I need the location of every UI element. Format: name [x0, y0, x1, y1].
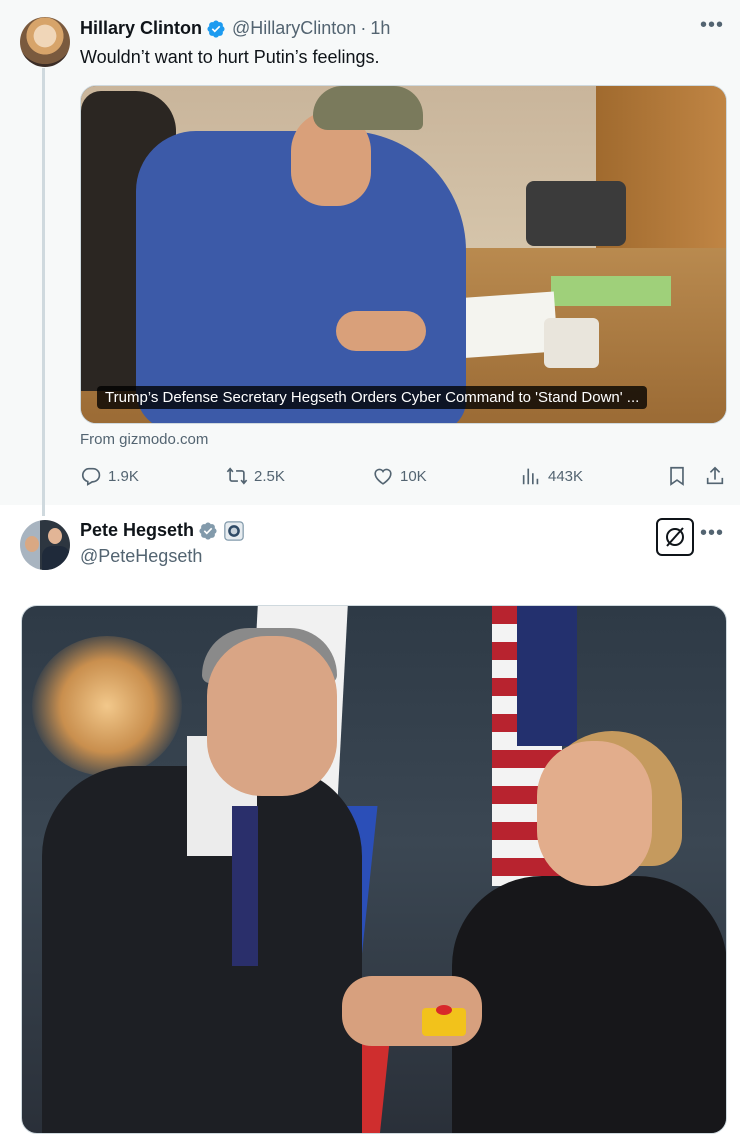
thread-line [42, 68, 45, 516]
repost-count: 2.5K [254, 467, 285, 485]
like-button[interactable]: 10K [372, 465, 427, 487]
reply-button[interactable]: 1.9K [80, 465, 139, 487]
tweet-header: Pete Hegseth [80, 520, 244, 541]
reply-icon [81, 467, 101, 486]
author-name[interactable]: Hillary Clinton [80, 18, 202, 39]
share-button[interactable] [704, 465, 732, 487]
share-icon [706, 466, 724, 485]
link-card[interactable]: Trump’s Defense Secretary Hegseth Orders… [80, 85, 727, 424]
views-icon [522, 468, 539, 485]
more-icon[interactable]: ••• [700, 14, 724, 37]
tweet-header: Hillary Clinton @HillaryClinton · 1h [80, 18, 390, 39]
author-name[interactable]: Pete Hegseth [80, 520, 194, 541]
avatar[interactable] [20, 17, 70, 67]
repost-button[interactable]: 2.5K [226, 465, 285, 487]
like-count: 10K [400, 467, 427, 485]
verified-badge-icon[interactable] [206, 19, 226, 39]
author-handle[interactable]: @HillaryClinton [232, 18, 356, 39]
views-count: 443K [548, 467, 584, 485]
grok-icon[interactable] [656, 518, 694, 556]
tweet-photo[interactable] [21, 605, 727, 1134]
timestamp[interactable]: 1h [370, 18, 390, 39]
tweet-text: Wouldn’t want to hurt Putin’s feelings. [80, 47, 380, 67]
reply-count: 1.9K [108, 467, 139, 485]
views-button[interactable]: 443K [520, 465, 583, 487]
card-source[interactable]: From gizmodo.com [80, 431, 208, 448]
avatar[interactable] [20, 520, 70, 570]
repost-icon [226, 467, 248, 485]
more-icon[interactable]: ••• [700, 522, 724, 545]
author-handle[interactable]: @PeteHegseth [80, 546, 202, 567]
card-image [81, 86, 726, 423]
bookmark-button[interactable] [666, 465, 694, 487]
action-bar: 1.9K 2.5K 10K 443K [80, 465, 726, 493]
tweet-hillary[interactable]: Hillary Clinton @HillaryClinton · 1h •••… [0, 0, 740, 516]
verified-badge-icon[interactable] [198, 521, 218, 541]
bookmark-icon [670, 466, 684, 486]
separator-dot: · [360, 18, 367, 38]
card-headline: Trump’s Defense Secretary Hegseth Orders… [97, 386, 648, 409]
government-badge-icon[interactable] [224, 520, 244, 541]
like-icon [374, 468, 392, 485]
